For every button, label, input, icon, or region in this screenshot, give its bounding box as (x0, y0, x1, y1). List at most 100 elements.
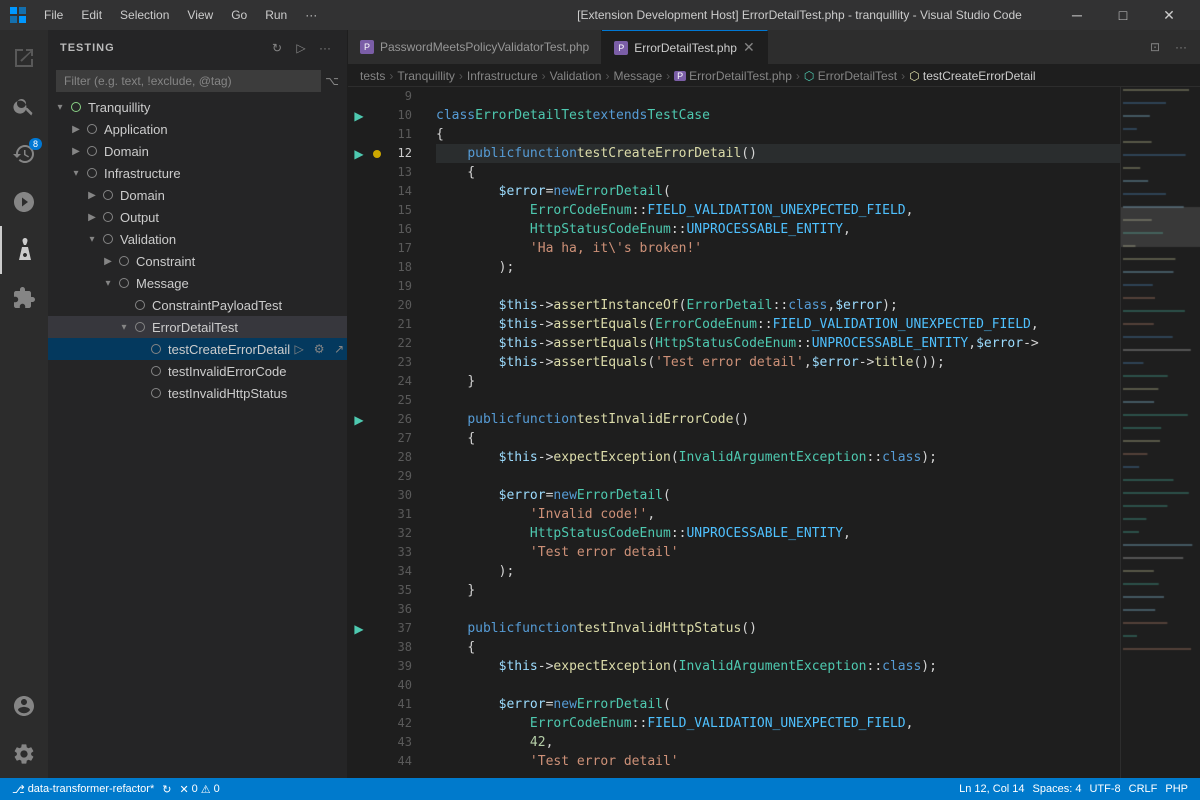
tree-item-output[interactable]: ▶ Output (48, 206, 347, 228)
menu-go[interactable]: Go (223, 6, 255, 24)
position-text: Ln 12, Col 14 (959, 783, 1024, 795)
status-branch[interactable]: ⎇ data-transformer-refactor* (8, 778, 158, 800)
gutter-line-28 (348, 448, 370, 467)
gutter-line-11 (348, 125, 370, 144)
gutter-line-10[interactable]: ▶ (348, 106, 370, 125)
expand-arrow: ▾ (100, 278, 116, 289)
menu-file[interactable]: File (36, 6, 71, 24)
code-line-29 (436, 467, 1120, 486)
split-editor-button[interactable]: ⊡ (1144, 36, 1166, 58)
code-line-32: HttpStatusCodeEnum::UNPROCESSABLE_ENTITY… (436, 524, 1120, 543)
breadcrumb-method[interactable]: ⬡ testCreateErrorDetail (909, 69, 1036, 83)
expand-arrow: ▾ (68, 168, 84, 179)
gutter-line-22 (348, 334, 370, 353)
code-line-27: { (436, 429, 1120, 448)
status-eol[interactable]: CRLF (1125, 778, 1162, 800)
tree-item-application[interactable]: ▶ Application (48, 118, 347, 140)
maximize-button[interactable]: □ (1100, 0, 1146, 30)
tree-item-testinvaliderrorcode[interactable]: testInvalidErrorCode (48, 360, 347, 382)
debug-test-button[interactable]: ⚙ (310, 340, 328, 358)
run-all-button[interactable]: ▷ (291, 38, 311, 58)
breadcrumb-tranquillity[interactable]: Tranquillity (397, 69, 455, 83)
ln-39: 39 (384, 657, 412, 676)
filter-input[interactable] (56, 70, 321, 92)
tree-label: testInvalidErrorCode (168, 364, 287, 379)
menu-more[interactable]: ··· (297, 6, 325, 24)
status-language[interactable]: PHP (1161, 778, 1192, 800)
breadcrumb-file[interactable]: PErrorDetailTest.php (674, 68, 792, 83)
menu-view[interactable]: View (179, 6, 221, 24)
status-sync[interactable]: ↻ (158, 778, 175, 800)
status-errors[interactable]: ✕ 0 ⚠ 0 (175, 778, 223, 800)
warning-icon: ⚠ (201, 783, 211, 796)
gutter-line-44 (348, 752, 370, 771)
code-line-37: public function testInvalidHttpStatus() (436, 619, 1120, 638)
tree-item-validation[interactable]: ▾ Validation (48, 228, 347, 250)
breadcrumb-validation[interactable]: Validation (550, 69, 602, 83)
tree-item-message[interactable]: ▾ Message (48, 272, 347, 294)
filter-icon: ⌥ (325, 74, 339, 88)
error-count: 0 (192, 783, 198, 795)
activity-search[interactable] (0, 82, 48, 130)
tree-item-testcreateerrordetail[interactable]: testCreateErrorDetail ▷ ⚙ ↗ (48, 338, 347, 360)
breadcrumb: tests › Tranquillity › Infrastructure › … (348, 65, 1200, 87)
close-button[interactable]: ✕ (1146, 0, 1192, 30)
status-spaces[interactable]: Spaces: 4 (1029, 778, 1086, 800)
gutter-line-34 (348, 562, 370, 581)
circle-icon (116, 275, 132, 291)
goto-test-button[interactable]: ↗ (330, 340, 347, 358)
activity-account[interactable] (0, 682, 48, 730)
gutter-line-15 (348, 201, 370, 220)
activity-explorer[interactable] (0, 34, 48, 82)
tree-label: ConstraintPayloadTest (152, 298, 282, 313)
ln-24: 24 (384, 372, 412, 391)
more-actions-button[interactable]: ··· (1170, 36, 1192, 58)
tree-item-constraint[interactable]: ▶ Constraint (48, 250, 347, 272)
status-encoding[interactable]: UTF-8 (1085, 778, 1124, 800)
tree-item-domain[interactable]: ▶ Domain (48, 184, 347, 206)
breadcrumb-infrastructure[interactable]: Infrastructure (467, 69, 538, 83)
tree-item-constraintpayload[interactable]: ConstraintPayloadTest (48, 294, 347, 316)
gutter-line-18 (348, 258, 370, 277)
code-line-14: $error = new ErrorDetail( (436, 182, 1120, 201)
menu-run[interactable]: Run (257, 6, 295, 24)
activity-run[interactable] (0, 178, 48, 226)
tree-item-infrastructure[interactable]: ▾ Infrastructure (48, 162, 347, 184)
refresh-button[interactable]: ↻ (267, 38, 287, 58)
code-content[interactable]: class ErrorDetailTest extends TestCase {… (420, 87, 1120, 778)
tab-errordetailtest[interactable]: P ErrorDetailTest.php ✕ (602, 30, 767, 64)
sidebar-title: TESTING (60, 42, 115, 54)
activity-extensions[interactable] (0, 274, 48, 322)
status-position[interactable]: Ln 12, Col 14 (955, 778, 1028, 800)
ln-12: 12 (384, 144, 412, 163)
run-test-button[interactable]: ▷ (290, 340, 308, 358)
breadcrumb-tests[interactable]: tests (360, 69, 385, 83)
menu-edit[interactable]: Edit (73, 6, 110, 24)
warn-31 (370, 505, 384, 524)
activity-testing[interactable] (0, 226, 48, 274)
ln-44: 44 (384, 752, 412, 771)
tree-item-errordetailtest[interactable]: ▾ ErrorDetailTest (48, 316, 347, 338)
expand-arrow: ▾ (116, 322, 132, 333)
activity-settings[interactable] (0, 730, 48, 778)
breadcrumb-class[interactable]: ⬡ ErrorDetailTest (804, 69, 897, 83)
tab-close-button[interactable]: ✕ (743, 39, 755, 56)
breadcrumb-message[interactable]: Message (613, 69, 662, 83)
menu-selection[interactable]: Selection (112, 6, 177, 24)
tree-item-domain-top[interactable]: ▶ Domain (48, 140, 347, 162)
tree-item-testinvalidhttpstatus[interactable]: testInvalidHttpStatus (48, 382, 347, 404)
activity-source-control[interactable]: 8 (0, 130, 48, 178)
circle-icon (132, 319, 148, 335)
gutter-line-35 (348, 581, 370, 600)
code-line-21: $this->assertEquals(ErrorCodeEnum::FIELD… (436, 315, 1120, 334)
gutter-line-37[interactable]: ▶ (348, 619, 370, 638)
tree-item-tranquillity[interactable]: ▾ Tranquillity (48, 96, 347, 118)
warn-27 (370, 429, 384, 448)
tab-passwordmeets[interactable]: P PasswordMeetsPolicyValidatorTest.php (348, 30, 602, 64)
minimize-button[interactable]: ─ (1054, 0, 1100, 30)
gutter-line-12[interactable]: ▶ (348, 144, 370, 163)
circle-icon (84, 121, 100, 137)
more-actions-button[interactable]: ··· (315, 38, 335, 58)
gutter-line-26[interactable]: ▶ (348, 410, 370, 429)
expand-arrow: ▶ (68, 146, 84, 157)
